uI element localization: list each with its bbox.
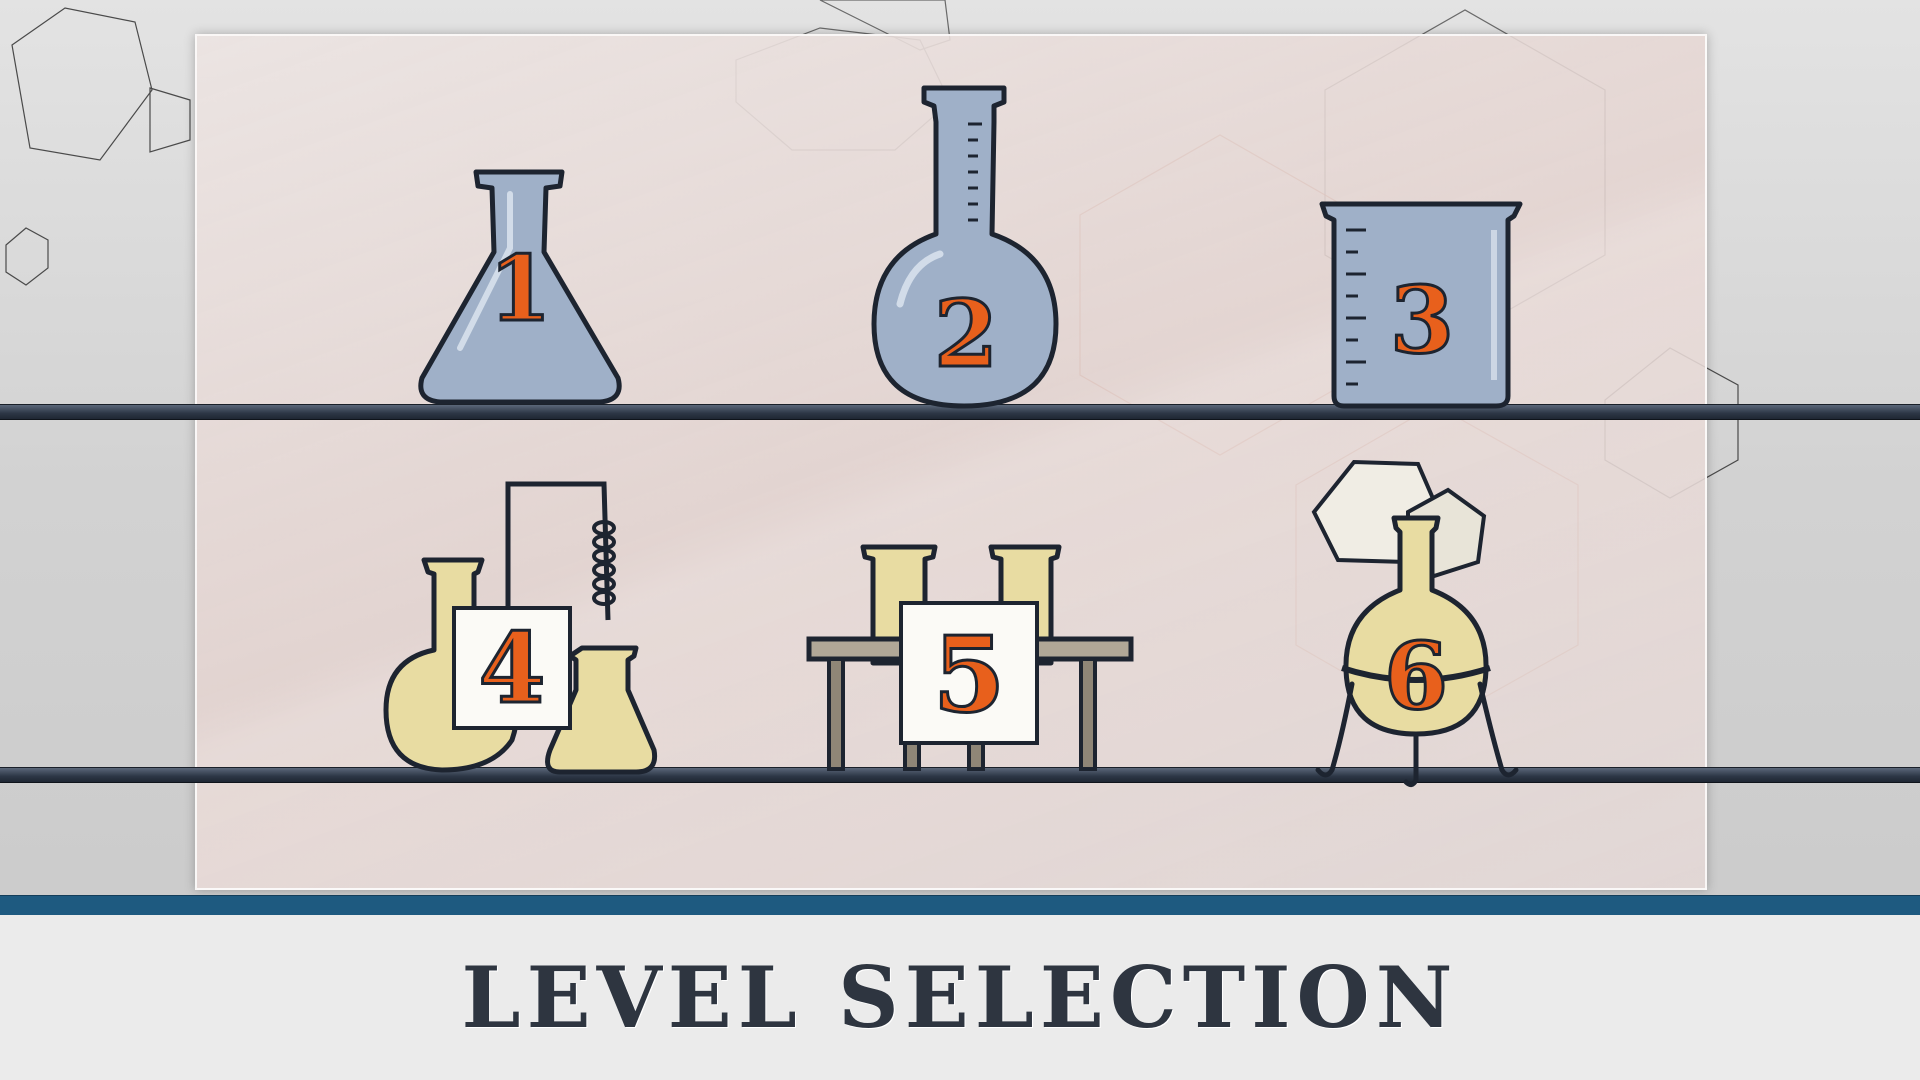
level-number: 6 (1384, 622, 1448, 730)
footer-accent-bar (0, 895, 1920, 916)
condenser-set-icon: 4 (383, 481, 658, 775)
screen-title: LEVEL SELECTION (461, 948, 1459, 1047)
level-2-button[interactable]: 2 (870, 84, 1060, 414)
test-tube-rack-icon: 5 (806, 544, 1134, 771)
level-6-button[interactable]: 6 (1308, 452, 1528, 788)
level-5-button[interactable]: 5 (805, 543, 1135, 775)
level-4-button[interactable]: 4 (382, 480, 662, 776)
level-number: 2 (934, 280, 998, 388)
level-number: 5 (933, 613, 1005, 736)
footer: LEVEL SELECTION (0, 915, 1920, 1080)
level-number: 3 (1390, 266, 1454, 374)
volumetric-flask-icon: 2 (871, 85, 1059, 409)
level-3-button[interactable]: 3 (1318, 200, 1524, 410)
level-number: 1 (489, 236, 552, 342)
erlenmeyer-flask-icon: 1 (418, 169, 622, 405)
round-flask-stand-icon: 6 (1311, 459, 1519, 788)
beaker-icon: 3 (1319, 201, 1523, 409)
level-1-button[interactable]: 1 (410, 168, 630, 408)
level-number: 4 (479, 612, 546, 725)
